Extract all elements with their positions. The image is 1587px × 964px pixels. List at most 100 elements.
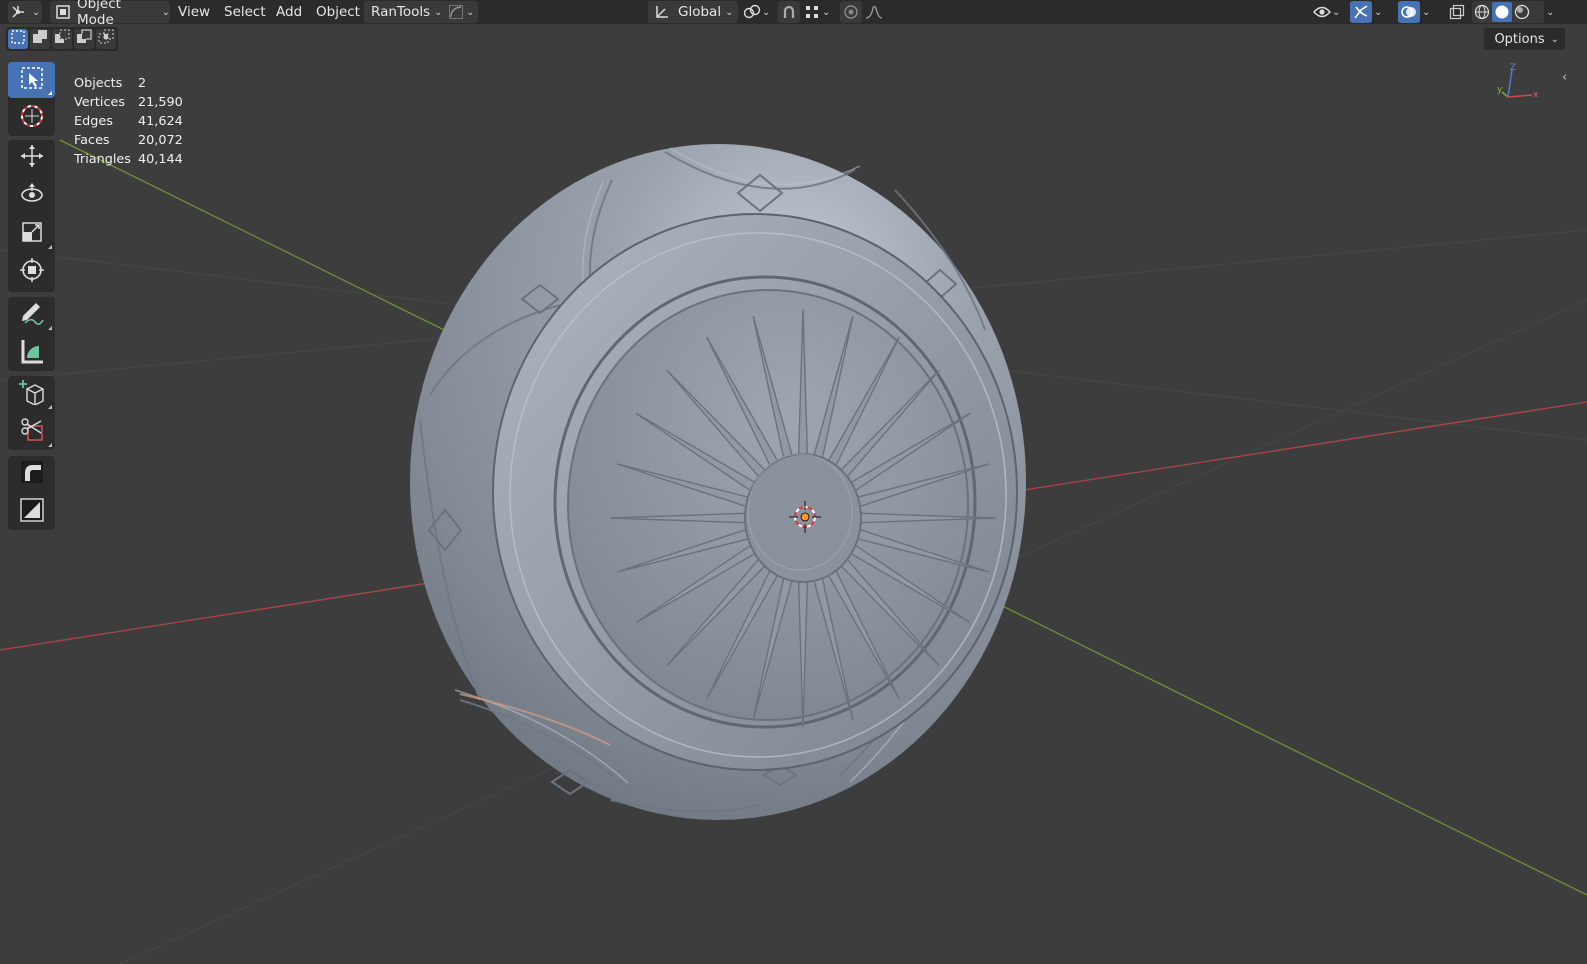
transform-orientation-dropdown[interactable]: Global ⌄ bbox=[648, 1, 738, 23]
menu-view[interactable]: View bbox=[172, 1, 216, 23]
stat-label: Objects bbox=[74, 76, 123, 91]
xray-toggle[interactable] bbox=[1446, 1, 1468, 23]
tool-knife[interactable] bbox=[8, 414, 55, 450]
falloff-dropdown[interactable] bbox=[864, 1, 894, 23]
shading-mode-group bbox=[1472, 1, 1544, 23]
3d-viewport[interactable]: ⌄ Object Mode ⌄ View Select Add Object Ra… bbox=[0, 0, 1587, 964]
transform-orientation-icon bbox=[652, 2, 672, 22]
wireframe-shading-icon[interactable] bbox=[1472, 2, 1492, 22]
gizmo-y-label: y bbox=[1497, 85, 1503, 95]
xray-icon bbox=[1447, 2, 1467, 22]
stat-label: Vertices bbox=[74, 95, 126, 110]
stat-value: 2 bbox=[138, 76, 147, 91]
transform-orientation-label: Global bbox=[678, 4, 722, 20]
select-invert-button[interactable] bbox=[74, 29, 94, 49]
shading-dropdown[interactable]: ⌄ bbox=[1546, 1, 1560, 23]
tool-rotate[interactable] bbox=[8, 178, 55, 214]
snap-grid-icon bbox=[802, 2, 822, 22]
gizmo-toggle[interactable] bbox=[1350, 1, 1372, 23]
stat-label: Faces bbox=[74, 133, 110, 148]
stat-row-objects: Objects 2 bbox=[74, 74, 183, 93]
menu-select[interactable]: Select bbox=[218, 1, 272, 23]
snap-icon bbox=[779, 2, 799, 22]
select-box-icon bbox=[19, 65, 45, 95]
snap-toggle[interactable] bbox=[778, 1, 800, 23]
stat-row-vertices: Vertices 21,590 bbox=[74, 93, 183, 112]
overlays-icon bbox=[1399, 2, 1419, 22]
select-extend-button[interactable] bbox=[30, 29, 50, 49]
toolbar-group-select bbox=[8, 62, 55, 136]
tool-cursor[interactable] bbox=[8, 100, 55, 136]
tool-select-box[interactable] bbox=[8, 62, 55, 98]
menu-add[interactable]: Add bbox=[270, 1, 308, 23]
select-subtract-button[interactable] bbox=[52, 29, 72, 49]
rotate-icon bbox=[19, 181, 45, 211]
eye-icon bbox=[1312, 2, 1332, 22]
select-intersect-button[interactable] bbox=[96, 29, 116, 49]
material-shading-icon[interactable] bbox=[1512, 2, 1532, 22]
tool-scale[interactable] bbox=[8, 216, 55, 252]
stat-label: Edges bbox=[74, 114, 113, 129]
select-intersect-icon bbox=[98, 29, 114, 49]
select-extend-icon bbox=[32, 29, 48, 49]
tool-move[interactable] bbox=[8, 140, 55, 176]
sidebar-toggle-icon[interactable]: ‹ bbox=[1562, 70, 1567, 85]
menu-rantools[interactable]: RanTools ⌄ bbox=[364, 1, 447, 23]
shear-icon bbox=[19, 497, 45, 527]
solid-shading-icon[interactable] bbox=[1492, 2, 1512, 22]
knife-icon bbox=[19, 417, 45, 447]
cursor-icon bbox=[19, 103, 45, 133]
editor-type-icon bbox=[8, 2, 28, 22]
mode-dropdown[interactable]: Object Mode ⌄ bbox=[50, 0, 170, 28]
visibility-dropdown[interactable]: ⌄ bbox=[1312, 1, 1346, 23]
options-label: Options bbox=[1494, 31, 1545, 47]
bend-icon bbox=[19, 459, 45, 489]
measure-icon bbox=[19, 338, 45, 368]
viewport-header: ⌄ Object Mode ⌄ View Select Add Object Ra… bbox=[0, 0, 1587, 28]
scene-render[interactable] bbox=[0, 0, 1587, 964]
curve-menu-button[interactable]: ⌄ bbox=[444, 1, 478, 23]
navigation-gizmo[interactable]: Z y x bbox=[1494, 62, 1544, 107]
shield-mesh[interactable] bbox=[410, 144, 1026, 820]
gizmo-x-label: x bbox=[1533, 90, 1539, 100]
toolbar-group-add bbox=[8, 376, 55, 450]
stat-row-edges: Edges 41,624 bbox=[74, 112, 183, 131]
tool-annotate[interactable] bbox=[8, 297, 55, 333]
curve-icon bbox=[446, 2, 466, 22]
gizmo-dropdown[interactable]: ⌄ bbox=[1374, 1, 1388, 23]
stat-label: Triangles bbox=[74, 152, 131, 167]
snap-target-dropdown[interactable]: ⌄ bbox=[802, 1, 836, 23]
pivot-point-icon bbox=[742, 2, 762, 22]
tool-bend[interactable] bbox=[8, 456, 55, 492]
select-invert-icon bbox=[76, 29, 92, 49]
options-dropdown[interactable]: Options ⌄ bbox=[1484, 28, 1565, 50]
stat-value: 20,072 bbox=[138, 133, 183, 148]
annotate-icon bbox=[19, 300, 45, 330]
transform-icon bbox=[19, 257, 45, 287]
stat-value: 21,590 bbox=[138, 95, 183, 110]
rantools-label: RanTools bbox=[371, 4, 431, 20]
overlays-dropdown[interactable]: ⌄ bbox=[1422, 1, 1436, 23]
select-subtract-icon bbox=[54, 29, 70, 49]
select-new-icon bbox=[10, 29, 26, 49]
select-new-button[interactable] bbox=[8, 29, 28, 49]
mode-label: Object Mode bbox=[76, 0, 121, 28]
falloff-curve-icon bbox=[864, 2, 884, 22]
tool-add-cube[interactable] bbox=[8, 376, 55, 412]
object-mode-icon bbox=[54, 2, 73, 22]
tool-shear[interactable] bbox=[8, 494, 55, 530]
tool-transform[interactable] bbox=[8, 254, 55, 290]
stat-value: 41,624 bbox=[138, 114, 183, 129]
editor-type-button[interactable]: ⌄ bbox=[8, 1, 42, 23]
gizmo-z-label: Z bbox=[1510, 63, 1516, 73]
proportional-editing-toggle[interactable] bbox=[840, 1, 862, 23]
menu-object[interactable]: Object bbox=[310, 1, 366, 23]
move-icon bbox=[19, 143, 45, 173]
overlays-toggle[interactable] bbox=[1398, 1, 1420, 23]
toolbar-group-annotate bbox=[8, 297, 55, 371]
stat-row-triangles: Triangles 40,144 bbox=[74, 150, 183, 169]
pivot-point-dropdown[interactable]: ⌄ bbox=[742, 1, 776, 23]
stat-row-faces: Faces 20,072 bbox=[74, 131, 183, 150]
tool-measure[interactable] bbox=[8, 335, 55, 371]
add-cube-icon bbox=[18, 379, 45, 409]
